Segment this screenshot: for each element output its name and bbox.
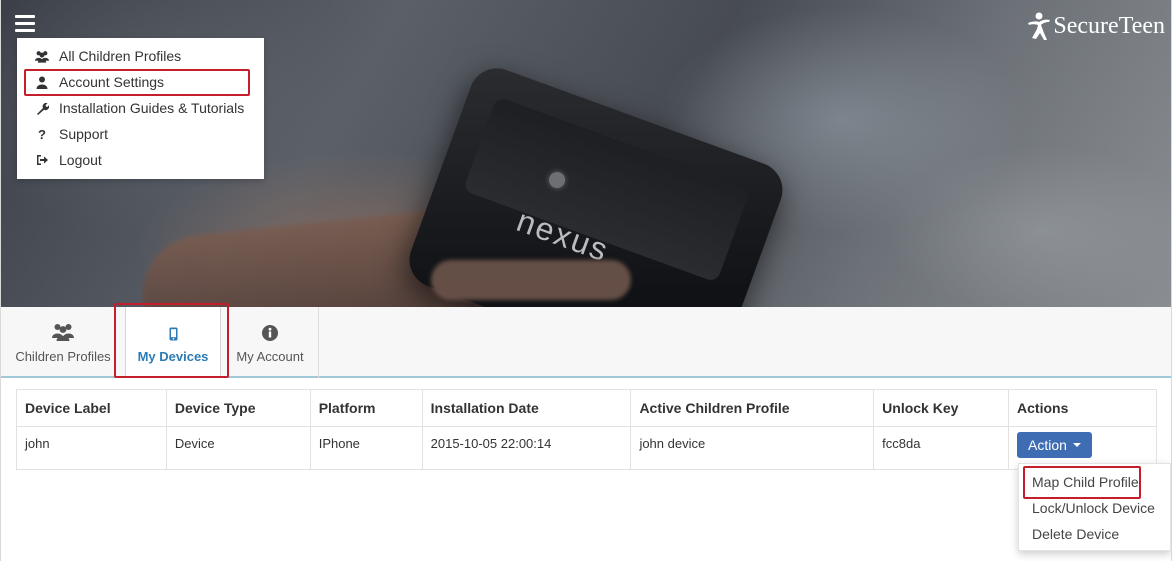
menu-item-installation-guides[interactable]: Installation Guides & Tutorials xyxy=(17,95,264,121)
menu-item-label: Logout xyxy=(59,152,102,168)
action-dropdown-button[interactable]: Action xyxy=(1017,432,1092,458)
menu-item-label: Account Settings xyxy=(59,74,165,90)
table-header-row: Device Label Device Type Platform Instal… xyxy=(16,389,1157,427)
logout-icon xyxy=(35,153,49,167)
column-header: Active Children Profile xyxy=(630,389,875,427)
hamburger-menu-icon[interactable] xyxy=(15,15,35,33)
devices-table-wrapper: Device Label Device Type Platform Instal… xyxy=(16,389,1157,470)
page: nexus SecureTeen All Children Profiles A xyxy=(0,0,1172,561)
wrench-icon xyxy=(35,101,49,115)
column-header: Installation Date xyxy=(421,389,632,427)
mobile-icon xyxy=(169,321,178,341)
question-icon: ? xyxy=(35,127,49,141)
brand-logo[interactable]: SecureTeen xyxy=(1025,10,1165,42)
action-map-child-profile[interactable]: Map Child Profile xyxy=(1019,469,1170,495)
column-header: Actions xyxy=(1008,389,1157,427)
tab-divider xyxy=(318,307,319,378)
menu-item-support[interactable]: ? Support xyxy=(17,121,264,147)
column-header: Unlock Key xyxy=(873,389,1010,427)
tab-label: Children Profiles xyxy=(15,349,111,364)
devices-table: Device Label Device Type Platform Instal… xyxy=(16,389,1157,470)
main-menu-dropdown: All Children Profiles Account Settings I… xyxy=(17,38,264,179)
user-icon xyxy=(35,75,49,89)
tabs-bar: Children Profiles My Devices My Account xyxy=(1,307,1171,378)
action-lock-unlock-device[interactable]: Lock/Unlock Device xyxy=(1019,495,1170,521)
column-header: Device Label xyxy=(16,389,167,427)
menu-item-label: Installation Guides & Tutorials xyxy=(59,100,245,116)
hero-thumb-shape xyxy=(431,260,631,300)
table-row: john Device IPhone 2015-10-05 22:00:14 j… xyxy=(16,426,1157,470)
cell-installation-date: 2015-10-05 22:00:14 xyxy=(421,426,632,470)
users-icon xyxy=(35,49,49,63)
tab-label: My Account xyxy=(236,349,304,364)
tab-my-account[interactable]: My Account xyxy=(223,307,317,378)
users-icon xyxy=(52,321,74,341)
cell-device-label: john xyxy=(16,426,167,470)
menu-item-logout[interactable]: Logout xyxy=(17,147,264,173)
column-header: Device Type xyxy=(165,389,311,427)
action-dropdown-menu: Map Child Profile Lock/Unlock Device Del… xyxy=(1018,463,1171,551)
caret-down-icon xyxy=(1072,443,1081,447)
tab-my-devices[interactable]: My Devices xyxy=(125,307,221,378)
brand-figure-icon xyxy=(1028,12,1051,40)
cell-platform: IPhone xyxy=(309,426,423,470)
cell-device-type: Device xyxy=(165,426,311,470)
svg-text:?: ? xyxy=(38,128,46,141)
cell-unlock-key: fcc8da xyxy=(873,426,1010,470)
action-button-label: Action xyxy=(1028,437,1067,453)
menu-item-label: All Children Profiles xyxy=(59,48,182,64)
tab-label: My Devices xyxy=(137,349,209,364)
menu-item-account-settings[interactable]: Account Settings xyxy=(17,69,264,95)
cell-active-profile: john device xyxy=(630,426,875,470)
brand-name: SecureTeen xyxy=(1053,12,1165,39)
menu-item-all-children-profiles[interactable]: All Children Profiles xyxy=(17,43,264,69)
tab-children-profiles[interactable]: Children Profiles xyxy=(5,307,121,378)
action-delete-device[interactable]: Delete Device xyxy=(1019,521,1170,547)
column-header: Platform xyxy=(309,389,423,427)
info-icon xyxy=(262,321,278,341)
menu-item-label: Support xyxy=(59,126,109,142)
